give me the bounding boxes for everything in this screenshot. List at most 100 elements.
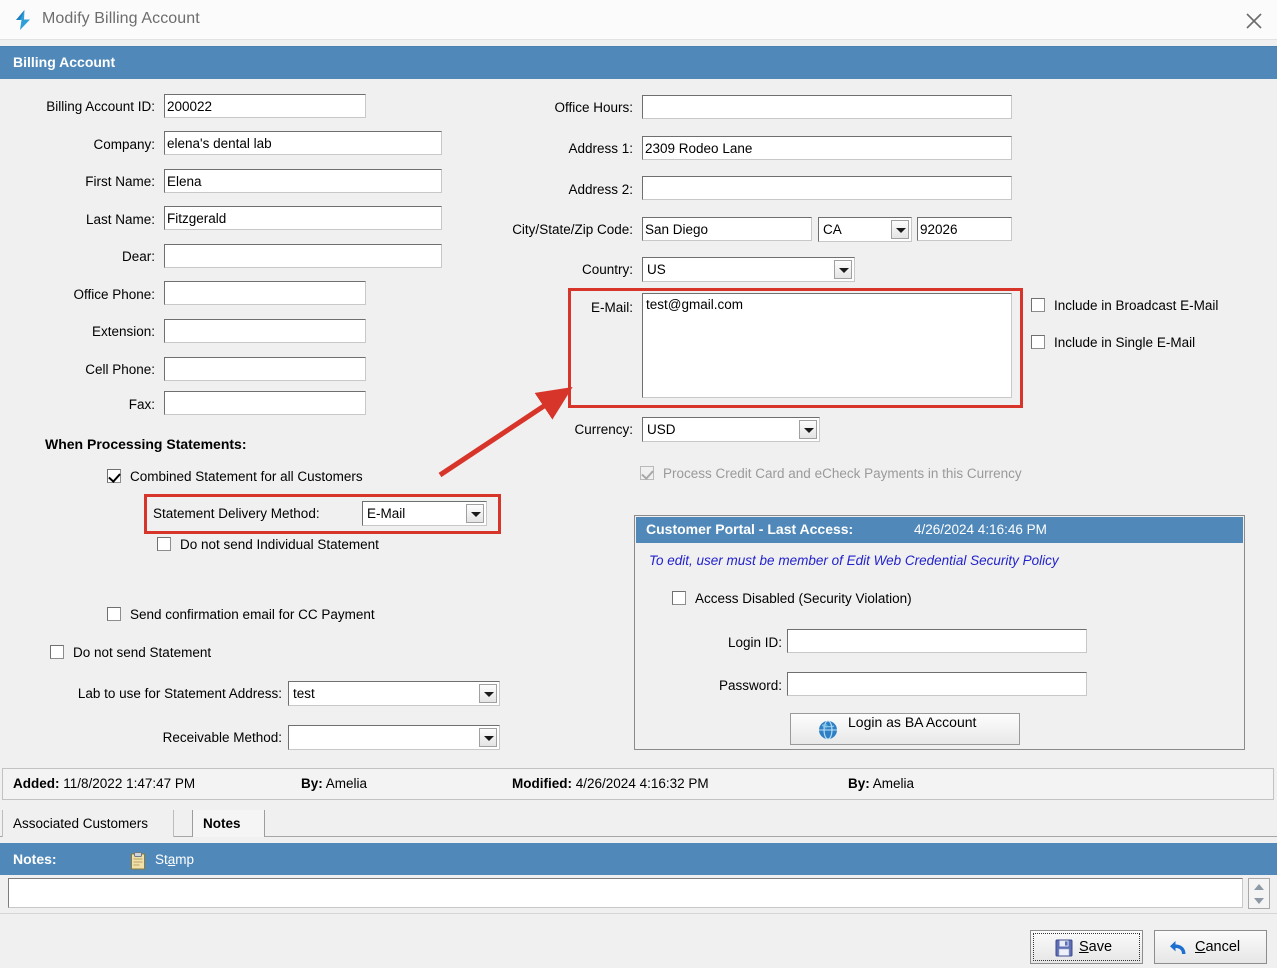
receivable-method-dropdown[interactable] [288,725,500,750]
record-meta-bar: Added: 11/8/2022 1:47:47 PM By: Amelia M… [2,768,1274,800]
do-not-send-individual-statement-checkbox[interactable] [157,537,171,551]
added-by-value: Amelia [325,776,368,791]
close-icon[interactable] [1231,0,1277,40]
combined-statement-checkbox[interactable] [107,469,121,483]
office-hours-input[interactable] [642,95,1012,119]
zip-input[interactable] [917,217,1012,241]
first-name-label: First Name: [85,174,155,189]
modify-billing-account-window: Modify Billing Account Billing Account B… [0,0,1277,968]
address1-label: Address 1: [568,141,633,156]
chevron-down-icon[interactable] [799,420,817,439]
added-by-info: By: Amelia [301,776,367,791]
extension-label: Extension: [91,324,155,339]
country-dropdown[interactable]: US [642,257,855,282]
access-disabled-checkbox[interactable] [672,591,686,605]
state-dropdown[interactable]: CA [818,217,912,242]
send-confirmation-cc-label: Send confirmation email for CC Payment [130,607,375,622]
do-not-send-individual-statement-label: Do not send Individual Statement [180,537,379,552]
tab-associated-customers[interactable]: Associated Customers [2,810,174,837]
lightning-bolt-logo [12,9,34,31]
chevron-down-icon[interactable] [466,504,484,523]
password-input[interactable] [787,672,1087,696]
city-state-zip-label: City/State/Zip Code: [512,222,633,237]
first-name-input[interactable] [164,169,442,193]
when-processing-statements-heading: When Processing Statements: [45,436,247,452]
billing-account-section-header: Billing Account [0,46,1277,79]
lab-statement-address-value: test [293,686,315,701]
cancel-button[interactable]: Cancel [1154,930,1267,964]
process-credit-card-label: Process Credit Card and eCheck Payments … [663,466,1022,481]
cell-phone-label: Cell Phone: [85,362,155,377]
lab-statement-address-label: Lab to use for Statement Address: [77,686,282,701]
address2-label: Address 2: [568,182,633,197]
added-info: Added: 11/8/2022 1:47:47 PM [13,776,195,791]
receivable-method-label: Receivable Method: [162,730,282,745]
window-title: Modify Billing Account [42,10,200,27]
login-id-label: Login ID: [727,635,782,650]
country-label: Country: [581,262,633,277]
notes-spinner[interactable] [1248,878,1270,909]
company-input[interactable] [164,131,442,155]
fax-input[interactable] [164,391,366,415]
address2-input[interactable] [642,176,1012,200]
tab-notes[interactable]: Notes [192,810,265,837]
save-button-label: Save [1079,939,1113,955]
title-bar: Modify Billing Account [0,0,1277,40]
notes-label: Notes: [13,851,57,867]
customer-portal-panel: Customer Portal - Last Access: 4/26/2024… [634,515,1245,750]
email-input[interactable] [642,293,1012,398]
include-single-email-label: Include in Single E-Mail [1054,335,1196,350]
dear-input[interactable] [164,244,442,268]
last-name-input[interactable] [164,206,442,230]
notes-textarea[interactable] [8,878,1243,908]
country-value: US [647,262,666,277]
tab-notes-label: Notes [203,816,241,831]
statement-delivery-method-value: E-Mail [367,506,406,521]
do-not-send-statement-checkbox[interactable] [50,645,64,659]
office-phone-input[interactable] [164,281,366,305]
notes-header: Notes: Stamp [0,843,1277,875]
modified-value: 4/26/2024 4:16:32 PM [575,776,709,791]
send-confirmation-cc-checkbox[interactable] [107,607,121,621]
combined-statement-label: Combined Statement for all Customers [130,469,363,484]
modified-by-value: Amelia [872,776,915,791]
spinner-down-icon[interactable] [1254,898,1264,904]
dear-label: Dear: [121,249,155,264]
extension-input[interactable] [164,319,366,343]
currency-label: Currency: [574,422,633,437]
added-value: 11/8/2022 1:47:47 PM [63,776,196,791]
do-not-send-statement-label: Do not send Statement [73,645,212,660]
spinner-up-icon[interactable] [1254,884,1264,890]
section-title: Billing Account [13,54,116,70]
chevron-down-icon[interactable] [479,684,497,703]
stamp-button[interactable]: Stamp [155,852,194,867]
save-button[interactable]: Save [1030,930,1143,964]
statement-delivery-method-dropdown[interactable]: E-Mail [362,501,487,526]
address1-input[interactable] [642,136,1012,160]
city-input[interactable] [642,217,812,241]
customer-portal-edit-note: To edit, user must be member of Edit Web… [649,553,1059,568]
include-broadcast-email-label: Include in Broadcast E-Mail [1054,298,1219,313]
password-label: Password: [718,678,782,693]
include-single-email-checkbox[interactable] [1031,335,1045,349]
customer-portal-title: Customer Portal - Last Access: [646,521,854,537]
modified-info: Modified: 4/26/2024 4:16:32 PM [512,776,709,791]
lab-statement-address-dropdown[interactable]: test [288,681,500,706]
modified-by-info: By: Amelia [848,776,914,791]
chevron-down-icon[interactable] [891,220,909,239]
dialog-footer: Save Cancel [0,913,1277,968]
include-broadcast-email-checkbox[interactable] [1031,298,1045,312]
modified-by-label: By: [848,776,870,791]
fax-label: Fax: [128,397,155,412]
cell-phone-input[interactable] [164,357,366,381]
currency-value: USD [647,422,676,437]
added-label: Added: [13,776,60,791]
chevron-down-icon[interactable] [479,728,497,747]
chevron-down-icon[interactable] [834,260,852,279]
billing-account-id-input[interactable] [164,94,366,118]
access-disabled-label: Access Disabled (Security Violation) [695,591,912,606]
currency-dropdown[interactable]: USD [642,417,820,442]
customer-portal-header: Customer Portal - Last Access: 4/26/2024… [636,517,1243,543]
login-id-input[interactable] [787,629,1087,653]
login-as-ba-account-button[interactable]: Login as BA Account [790,713,1020,745]
